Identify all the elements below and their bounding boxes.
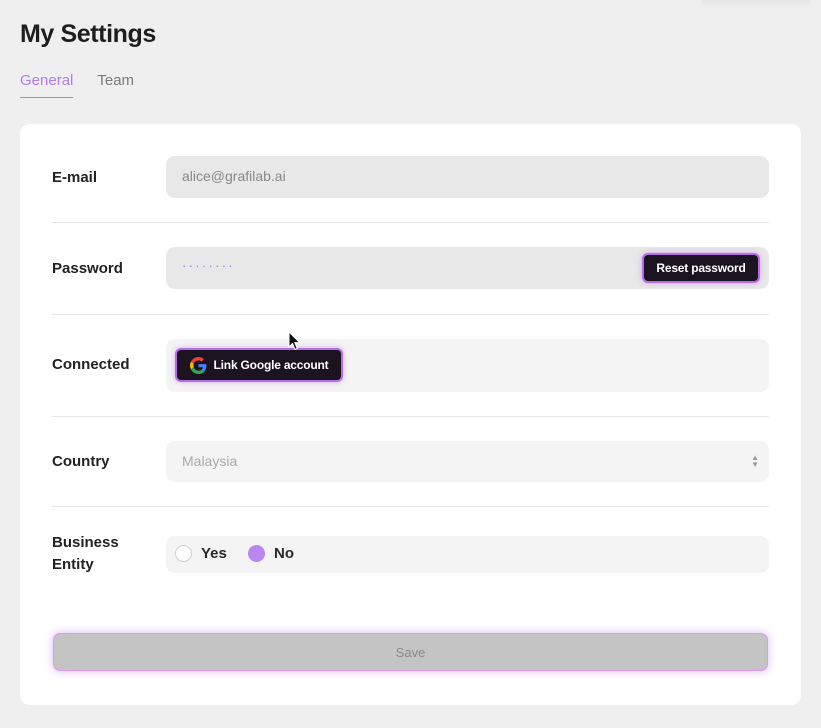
email-value: alice@grafilab.ai	[182, 168, 286, 184]
link-google-button[interactable]: Link Google account	[175, 348, 343, 382]
business-entity-label-line2: Entity	[52, 556, 94, 573]
business-entity-label: Business Entity	[52, 532, 119, 576]
radio-no-label: No	[274, 545, 294, 562]
link-google-label: Link Google account	[213, 358, 329, 372]
divider	[52, 506, 769, 507]
email-label: E-mail	[52, 169, 98, 186]
radio-yes[interactable]	[175, 545, 192, 562]
radio-no[interactable]	[248, 545, 265, 562]
tab-team[interactable]: Team	[97, 72, 134, 98]
business-entity-label-line1: Business	[52, 534, 119, 551]
save-button[interactable]: Save	[53, 633, 768, 671]
radio-yes-label: Yes	[201, 545, 227, 562]
divider	[52, 416, 769, 417]
google-icon	[189, 356, 207, 374]
divider	[52, 314, 769, 315]
mouse-cursor-icon	[288, 331, 302, 351]
country-value: Malaysia	[182, 453, 238, 469]
connected-field: Link Google account	[166, 339, 769, 392]
business-entity-no-option[interactable]: No	[248, 545, 294, 562]
password-dots: ········	[182, 258, 236, 273]
country-label: Country	[52, 453, 110, 470]
settings-tabs: General Team	[20, 72, 134, 98]
business-entity-yes-option[interactable]: Yes	[175, 545, 227, 562]
password-field[interactable]: ········ Reset password	[166, 247, 769, 289]
business-entity-radio-group: Yes No	[166, 536, 769, 573]
reset-password-button[interactable]: Reset password	[642, 253, 760, 283]
tab-general[interactable]: General	[20, 72, 74, 98]
connected-label: Connected	[52, 356, 130, 373]
country-select[interactable]: Malaysia ▲ ▼	[166, 441, 769, 482]
top-edge-shadow	[701, 0, 811, 8]
page-title: My Settings	[20, 20, 156, 48]
password-label: Password	[52, 260, 123, 277]
settings-card: E-mail alice@grafilab.ai Password ······…	[20, 124, 801, 705]
email-field[interactable]: alice@grafilab.ai	[166, 156, 769, 198]
select-chevron-icon: ▲ ▼	[751, 453, 759, 469]
reset-password-label: Reset password	[656, 261, 746, 275]
divider	[52, 222, 769, 223]
